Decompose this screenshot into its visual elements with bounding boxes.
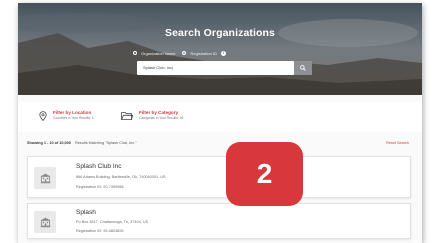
radio-organization-name[interactable]	[133, 51, 137, 55]
reset-search-link[interactable]: Reset Search	[386, 141, 409, 145]
organization-address: Po Box 3617, Chattanooga, Tn, 37404, US	[76, 220, 149, 224]
organization-thumbnail	[34, 167, 56, 189]
results-summary: Showing 1 - 10 of 10,000 Results Matchin…	[27, 141, 137, 145]
search-button[interactable]	[294, 61, 312, 75]
search-hero: Search Organizations Organization Name R…	[18, 3, 422, 95]
result-card[interactable]: Splash Po Box 3617, Chattanooga, Tn, 374…	[27, 203, 411, 239]
organization-registration-id: Registration ID: 99-0824826	[76, 229, 124, 233]
results-count: Showing 1 - 10 of 10,000	[27, 141, 71, 145]
search-type-options: Organization Name Registration ID i	[133, 49, 226, 57]
search-icon	[300, 65, 306, 71]
organization-thumbnail	[34, 211, 56, 233]
filter-category-subtitle: Categories in Your Results: 26	[139, 116, 184, 120]
step-number-badge: 2	[226, 142, 303, 206]
building-icon	[40, 217, 50, 227]
organization-registration-id: Registration ID: 20-7499968	[76, 185, 124, 189]
info-icon[interactable]: i	[220, 50, 226, 56]
page-title: Search Organizations	[165, 27, 275, 39]
organization-name[interactable]: Splash	[76, 209, 96, 216]
filter-bar: Filter by Location Countries in Your Res…	[18, 102, 422, 132]
organization-name[interactable]: Splash Club Inc	[76, 163, 122, 170]
radio-registration-id[interactable]	[182, 51, 187, 55]
radio-label-registration-id: Registration ID	[190, 50, 217, 56]
filter-location-subtitle: Countries in Your Results: 1	[53, 116, 94, 120]
filter-by-location[interactable]: Filter by Location Countries in Your Res…	[38, 110, 94, 122]
app-window: Search Organizations Organization Name R…	[18, 3, 422, 243]
location-pin-icon	[39, 111, 47, 121]
search-input[interactable]: Splash Club, Inc|	[137, 61, 294, 75]
radio-label-organization-name: Organization Name	[141, 50, 176, 56]
organization-address: 866 Adams Building, Bartlesville, Ok, 74…	[76, 175, 166, 179]
results-query: Results Matching "Splash Club, Inc."	[74, 141, 137, 145]
building-icon	[40, 173, 50, 183]
folder-icon	[121, 112, 133, 120]
result-card[interactable]: Splash Club Inc 866 Adams Building, Bart…	[27, 156, 411, 198]
filter-by-category[interactable]: Filter by Category Categories in Your Re…	[120, 110, 183, 122]
